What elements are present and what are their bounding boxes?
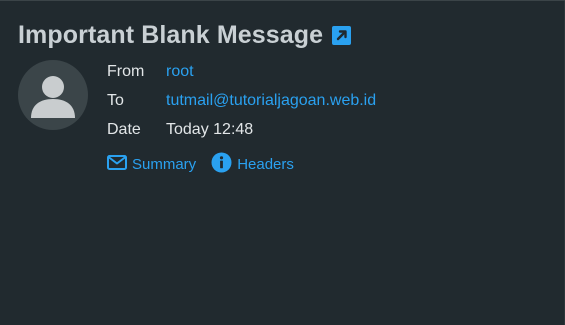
top-divider (0, 0, 565, 1)
from-link[interactable]: root (166, 63, 194, 81)
date-label: Date (107, 121, 141, 138)
external-link-icon[interactable] (332, 25, 352, 45)
message-actions: Summary Headers (107, 152, 294, 177)
envelope-icon (107, 155, 127, 174)
summary-label: Summary (132, 156, 197, 173)
summary-button[interactable]: Summary (107, 155, 196, 174)
date-value: Today 12:48 (166, 121, 254, 138)
message-subject: Important Blank Message (18, 20, 324, 49)
info-icon (211, 152, 232, 177)
headers-label: Headers (237, 156, 294, 173)
message-header: Important Blank Message (18, 20, 352, 50)
to-link[interactable]: tutmail@tutorialjagoan.web.id (166, 92, 376, 110)
from-label: From (107, 63, 145, 80)
to-label: To (107, 92, 124, 109)
user-avatar-icon (18, 60, 88, 130)
headers-button[interactable]: Headers (211, 152, 294, 177)
